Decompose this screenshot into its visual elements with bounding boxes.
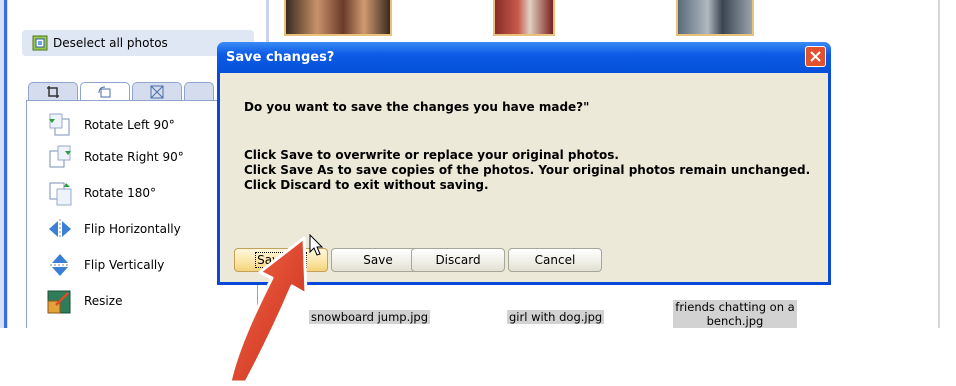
close-button[interactable]	[805, 46, 826, 67]
cancel-label: Cancel	[534, 253, 576, 267]
dialog-titlebar[interactable]: Save changes?	[217, 42, 831, 73]
cancel-button[interactable]: Cancel	[508, 248, 602, 272]
tab-more[interactable]	[184, 82, 214, 100]
rotate-left-icon	[46, 111, 74, 139]
dialog-line-discard: Click Discard to exit without saving.	[244, 178, 489, 192]
tool-label: Flip Horizontally	[84, 222, 181, 236]
dialog-line-save-as: Click Save As to save copies of the phot…	[244, 163, 811, 177]
rotate-180-icon	[46, 179, 74, 207]
tool-label: Resize	[84, 294, 123, 308]
tab-rotate[interactable]	[80, 82, 130, 101]
photo-caption: girl with dog.jpg	[507, 310, 605, 324]
save-label: Save	[363, 253, 393, 267]
dialog-question: Do you want to save the changes you have…	[244, 100, 590, 114]
discard-button[interactable]: Discard	[411, 248, 505, 272]
effects-icon	[150, 85, 164, 98]
tab-effects[interactable]	[132, 82, 182, 100]
tool-label: Rotate Right 90°	[84, 150, 184, 164]
deselect-photos-icon	[32, 35, 48, 51]
edit-tabs	[28, 82, 214, 101]
photo-caption: snowboard jump.jpg	[309, 310, 431, 324]
flip-vertical-icon	[46, 251, 74, 279]
crop-icon	[47, 85, 59, 98]
dialog-title: Save changes?	[226, 50, 335, 65]
close-icon	[810, 51, 821, 62]
resize-tool[interactable]: Resize	[46, 286, 122, 316]
photo-thumbnail[interactable]	[676, 0, 754, 36]
red-arrow-annotation-icon	[228, 236, 308, 384]
resize-icon	[46, 287, 74, 315]
flip-horizontally-tool[interactable]: Flip Horizontally	[46, 214, 181, 244]
photo-caption: friends chatting on a bench.jpg	[673, 300, 797, 328]
rotate-180-tool[interactable]: Rotate 180°	[46, 178, 156, 208]
tool-label: Rotate Left 90°	[84, 118, 175, 132]
rotate-right-icon	[46, 143, 74, 171]
rotate-left-tool[interactable]: Rotate Left 90°	[46, 110, 175, 140]
rotate-tab-icon	[98, 86, 111, 98]
deselect-all-label: Deselect all photos	[53, 36, 168, 50]
right-scroll-area	[938, 0, 956, 328]
flip-horizontal-icon	[46, 215, 74, 243]
tool-label: Rotate 180°	[84, 186, 157, 200]
tab-crop[interactable]	[28, 82, 78, 100]
rotate-right-tool[interactable]: Rotate Right 90°	[46, 142, 184, 172]
photo-thumbnail[interactable]	[493, 0, 555, 36]
left-window-frame	[0, 0, 8, 328]
tool-label: Flip Vertically	[84, 258, 165, 272]
flip-vertically-tool[interactable]: Flip Vertically	[46, 250, 164, 280]
discard-label: Discard	[435, 253, 481, 267]
dialog-line-save: Click Save to overwrite or replace your …	[244, 148, 619, 162]
photo-thumbnail[interactable]	[284, 0, 392, 36]
